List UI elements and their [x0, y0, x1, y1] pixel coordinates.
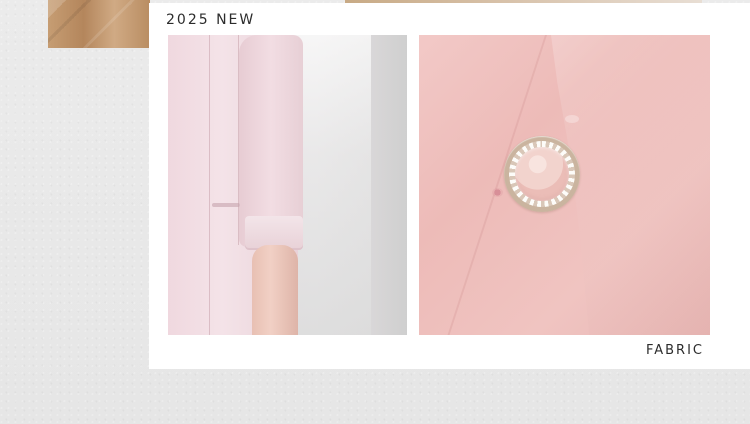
button-center [515, 147, 569, 201]
product-showcase-card: 2025 NEW FABRIC [149, 3, 750, 369]
wood-floor-photo [48, 0, 150, 48]
collection-title: 2025 NEW [166, 12, 256, 28]
button-stitch-highlight [565, 115, 579, 123]
fabric-button-photo [419, 35, 710, 335]
button-crystal-ring [509, 141, 575, 207]
jacket-sleeve-photo [168, 35, 407, 335]
jeweled-button [504, 136, 580, 212]
sleeve-seam-line [238, 35, 239, 245]
jacket-seam-line [209, 35, 210, 335]
thread-mark [492, 188, 503, 197]
jacket-pocket [212, 203, 240, 207]
fabric-label: FABRIC [645, 343, 704, 358]
background-wall-edge [371, 35, 407, 335]
forearm [252, 245, 298, 335]
